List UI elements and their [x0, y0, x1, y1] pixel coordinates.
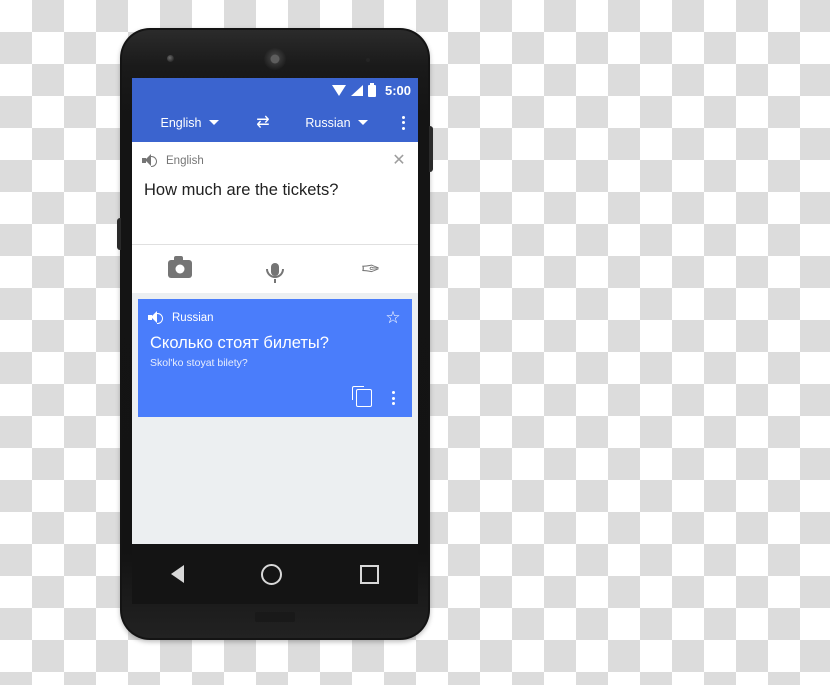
back-icon[interactable]	[170, 565, 184, 583]
language-toolbar: English ⇄ Russian	[132, 103, 418, 142]
home-icon[interactable]	[261, 563, 283, 585]
translated-text[interactable]: Сколько стоят билеты?	[138, 327, 412, 354]
speaker-icon[interactable]	[148, 311, 163, 324]
camera-icon	[167, 256, 192, 278]
copy-icon[interactable]	[352, 386, 372, 407]
handwriting-input-button[interactable]: ✑	[323, 259, 418, 280]
source-language-selector[interactable]: English	[134, 109, 245, 137]
translation-card-language: Russian	[172, 311, 214, 324]
source-card-language: English	[166, 154, 204, 167]
dot	[401, 121, 405, 124]
dot	[391, 391, 395, 394]
wifi-icon	[331, 85, 346, 96]
recents-icon[interactable]	[360, 564, 380, 584]
battery-icon	[367, 82, 376, 97]
translation-actions	[348, 383, 408, 413]
chevron-down-icon	[208, 120, 219, 125]
star-icon[interactable]: ☆	[384, 309, 402, 326]
source-language-label: English	[160, 115, 202, 130]
voice-input-button[interactable]	[227, 262, 322, 283]
close-icon[interactable]: ✕	[390, 152, 408, 169]
proximity-sensor	[366, 58, 370, 62]
dot	[401, 126, 405, 130]
camera-input-button[interactable]	[132, 256, 227, 278]
input-method-bar: ✑	[132, 244, 418, 293]
target-language-selector[interactable]: Russian	[281, 109, 392, 137]
translation-card-header: Russian ☆	[138, 299, 412, 327]
dot	[391, 402, 395, 405]
speaker-wave	[151, 156, 157, 167]
bottom-speaker-grille	[255, 612, 295, 622]
earpiece-speaker	[264, 48, 286, 70]
swap-languages-button[interactable]: ⇄	[245, 114, 281, 131]
target-language-label: Russian	[305, 115, 351, 130]
signal-icon	[350, 85, 363, 96]
volume-button[interactable]	[117, 218, 121, 250]
handwriting-icon: ✑	[360, 257, 381, 281]
overflow-menu-icon[interactable]	[392, 103, 414, 142]
translation-card: Russian ☆ Сколько стоят билеты? Skol'ko …	[138, 299, 412, 417]
chevron-down-icon	[357, 120, 368, 125]
source-card-header: English ✕	[132, 142, 418, 170]
speaker-icon[interactable]	[142, 154, 157, 167]
dot	[391, 396, 395, 400]
status-time: 5:00	[384, 83, 411, 98]
source-text[interactable]: How much are the tickets?	[132, 170, 418, 201]
dot	[401, 115, 405, 119]
status-icon-group: 5:00	[331, 82, 411, 98]
microphone-icon	[265, 262, 284, 283]
speaker-wave	[157, 313, 163, 324]
source-text-card: English ✕ How much are the tickets? ✑	[132, 142, 418, 293]
front-camera	[167, 55, 174, 62]
phone-device: 5:00 English ⇄ Russian English ✕ How muc…	[117, 28, 433, 640]
overflow-menu-icon[interactable]	[382, 384, 404, 412]
phone-screen: 5:00 English ⇄ Russian English ✕ How muc…	[132, 78, 418, 544]
navigation-bar	[132, 544, 418, 604]
status-bar: 5:00	[132, 78, 418, 103]
transliteration-text: Skol'ko stoyat bilety?	[150, 356, 248, 369]
power-button[interactable]	[429, 126, 433, 172]
